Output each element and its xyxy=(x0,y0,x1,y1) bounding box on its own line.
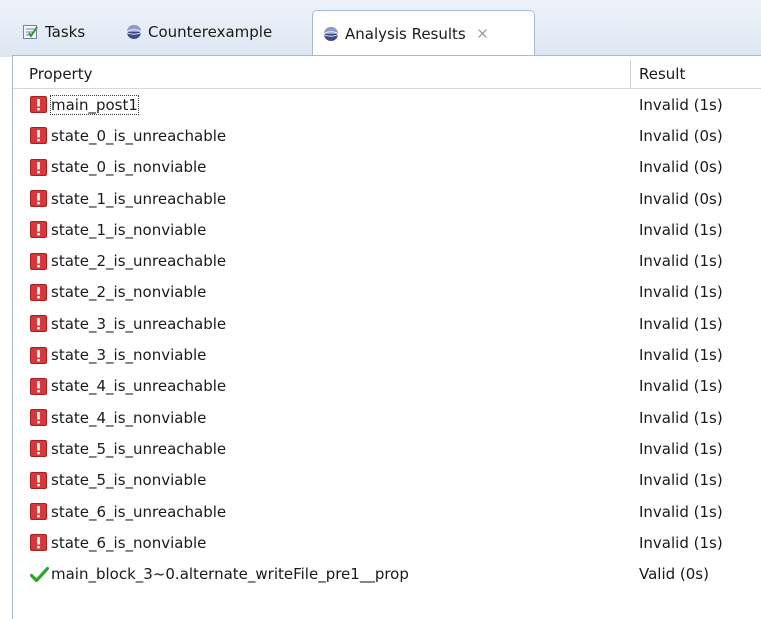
result-cell: Invalid (1s) xyxy=(639,220,723,239)
property-name: state_6_is_unreachable xyxy=(51,502,227,521)
property-name: state_5_is_unreachable xyxy=(51,439,227,458)
property-cell: state_5_is_unreachable xyxy=(30,440,226,458)
property-name: main_post1 xyxy=(50,94,139,115)
property-cell: state_6_is_nonviable xyxy=(30,534,206,552)
table-body: main_post1 Invalid (1s) state_0_is_unreach… xyxy=(13,89,761,590)
property-cell: state_2_is_unreachable xyxy=(30,252,226,270)
property-name: state_2_is_nonviable xyxy=(51,283,207,302)
error-icon xyxy=(30,221,47,239)
error-icon xyxy=(30,252,47,270)
property-name: state_0_is_unreachable xyxy=(51,126,227,145)
table-row[interactable]: state_5_is_unreachable Invalid (1s) xyxy=(13,433,761,464)
tab-counterexample[interactable]: Counterexample xyxy=(126,15,272,48)
property-cell: main_post1 xyxy=(30,94,139,115)
property-cell: state_1_is_unreachable xyxy=(30,190,226,208)
tab-label: Tasks xyxy=(45,22,86,41)
table-row[interactable]: state_1_is_nonviable Invalid (1s) xyxy=(13,214,761,245)
result-cell: Invalid (0s) xyxy=(639,158,723,177)
property-name: state_1_is_unreachable xyxy=(51,189,227,208)
result-cell: Invalid (1s) xyxy=(639,314,723,333)
result-cell: Invalid (1s) xyxy=(639,533,723,552)
table-row[interactable]: state_3_is_unreachable Invalid (1s) xyxy=(13,308,761,339)
property-cell: state_0_is_unreachable xyxy=(30,127,226,145)
property-cell: state_4_is_unreachable xyxy=(30,377,226,395)
result-cell: Invalid (1s) xyxy=(639,439,723,458)
checkmark-icon xyxy=(29,566,50,583)
table-row[interactable]: state_0_is_nonviable Invalid (0s) xyxy=(13,152,761,183)
counterexample-icon xyxy=(126,24,142,40)
error-icon xyxy=(30,377,47,395)
property-name: state_5_is_nonviable xyxy=(51,471,207,490)
property-name: state_1_is_nonviable xyxy=(51,220,207,239)
property-cell: state_4_is_nonviable xyxy=(30,409,206,427)
error-icon xyxy=(30,409,47,427)
error-icon xyxy=(30,283,47,301)
result-cell: Invalid (1s) xyxy=(639,377,723,396)
tab-analysis-results[interactable]: Analysis Results xyxy=(312,10,535,56)
error-icon xyxy=(30,158,47,176)
result-cell: Valid (0s) xyxy=(639,565,709,584)
column-header-result[interactable]: Result xyxy=(631,60,761,88)
close-icon[interactable] xyxy=(476,27,490,41)
error-icon xyxy=(30,440,47,458)
error-icon xyxy=(30,471,47,489)
tab-label: Analysis Results xyxy=(345,24,466,43)
property-cell: state_0_is_nonviable xyxy=(30,158,206,176)
table-row[interactable]: state_3_is_nonviable Invalid (1s) xyxy=(13,339,761,370)
result-cell: Invalid (1s) xyxy=(639,95,723,114)
property-cell: state_6_is_unreachable xyxy=(30,503,226,521)
analysis-results-icon xyxy=(323,26,339,42)
result-cell: Invalid (0s) xyxy=(639,126,723,145)
tab-label: Counterexample xyxy=(148,22,273,41)
property-cell: state_3_is_unreachable xyxy=(30,315,226,333)
property-name: state_4_is_nonviable xyxy=(51,408,207,427)
property-name: main_block_3~0.alternate_writeFile_pre1_… xyxy=(51,565,409,584)
error-icon xyxy=(30,315,47,333)
view-tab-bar: Tasks Counterexample Analysis Results xyxy=(0,0,761,57)
property-name: state_0_is_nonviable xyxy=(51,158,207,177)
result-cell: Invalid (1s) xyxy=(639,471,723,490)
table-header: Property Result xyxy=(13,60,761,89)
analysis-results-table[interactable]: Property Result main_post1 Invalid (1s) st… xyxy=(12,56,761,619)
property-cell: state_2_is_nonviable xyxy=(30,283,206,301)
error-icon xyxy=(30,190,47,208)
table-row[interactable]: state_4_is_nonviable Invalid (1s) xyxy=(13,402,761,433)
property-name: state_4_is_unreachable xyxy=(51,377,227,396)
property-name: state_3_is_nonviable xyxy=(51,346,207,365)
error-icon xyxy=(30,96,47,114)
table-row[interactable]: state_0_is_unreachable Invalid (0s) xyxy=(13,120,761,151)
table-row[interactable]: main_block_3~0.alternate_writeFile_pre1_… xyxy=(13,558,761,589)
error-icon xyxy=(30,534,47,552)
table-row[interactable]: state_6_is_nonviable Invalid (1s) xyxy=(13,527,761,558)
result-cell: Invalid (1s) xyxy=(639,283,723,302)
table-row[interactable]: state_5_is_nonviable Invalid (1s) xyxy=(13,465,761,496)
property-cell: state_3_is_nonviable xyxy=(30,346,206,364)
error-icon xyxy=(30,127,47,145)
property-cell: main_block_3~0.alternate_writeFile_pre1_… xyxy=(29,565,409,584)
property-cell: state_5_is_nonviable xyxy=(30,471,206,489)
error-icon xyxy=(30,346,47,364)
result-cell: Invalid (1s) xyxy=(639,502,723,521)
table-row[interactable]: state_2_is_unreachable Invalid (1s) xyxy=(13,245,761,276)
property-name: state_3_is_unreachable xyxy=(51,314,227,333)
table-row[interactable]: state_6_is_unreachable Invalid (1s) xyxy=(13,496,761,527)
result-cell: Invalid (1s) xyxy=(639,408,723,427)
table-row[interactable]: state_4_is_unreachable Invalid (1s) xyxy=(13,371,761,402)
property-cell: state_1_is_nonviable xyxy=(30,221,206,239)
tab-tasks[interactable]: Tasks xyxy=(22,15,85,48)
tasks-icon xyxy=(22,24,39,40)
result-cell: Invalid (1s) xyxy=(639,252,723,271)
table-row[interactable]: main_post1 Invalid (1s) xyxy=(13,89,761,120)
result-cell: Invalid (0s) xyxy=(639,189,723,208)
error-icon xyxy=(30,503,47,520)
property-name: state_6_is_nonviable xyxy=(51,533,207,552)
property-name: state_2_is_unreachable xyxy=(51,252,227,271)
table-row[interactable]: state_1_is_unreachable Invalid (0s) xyxy=(13,183,761,214)
result-cell: Invalid (1s) xyxy=(639,346,723,365)
column-header-property[interactable]: Property xyxy=(21,60,631,88)
table-row[interactable]: state_2_is_nonviable Invalid (1s) xyxy=(13,277,761,308)
